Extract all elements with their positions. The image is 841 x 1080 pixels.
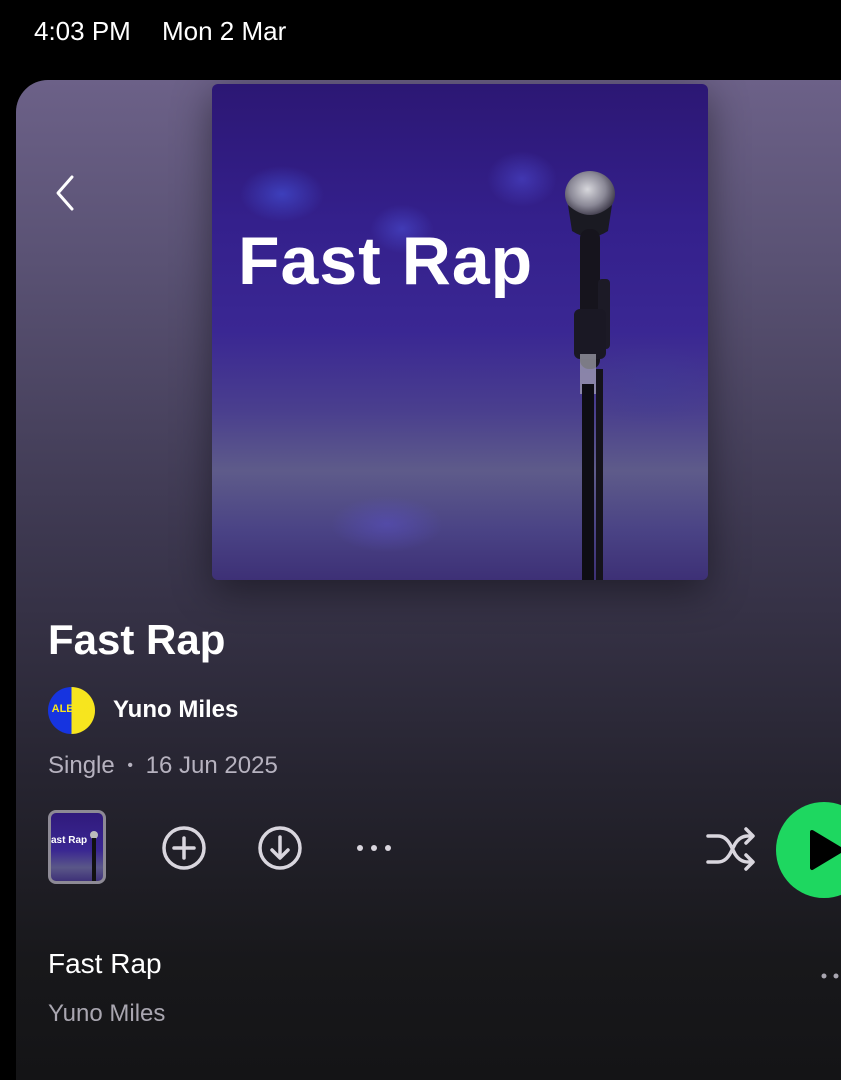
track-title: Fast Rap: [48, 616, 226, 663]
add-circle-icon: [162, 826, 206, 870]
mini-microphone-icon: [90, 831, 98, 881]
shuffle-icon: [706, 827, 755, 871]
track-row-artist: Yuno Miles: [48, 1000, 166, 1027]
meta-separator: •: [127, 757, 133, 774]
release-date: 16 Jun 2025: [145, 752, 278, 779]
album-cover: Fast Rap: [212, 84, 708, 580]
track-row[interactable]: Fast Rap Yuno Miles: [48, 948, 841, 1048]
track-row-title: Fast Rap: [48, 948, 162, 979]
chevron-left-icon: [56, 175, 74, 211]
release-meta: Single • 16 Jun 2025: [48, 752, 278, 780]
download-button[interactable]: [256, 824, 304, 872]
shuffle-button[interactable]: [704, 824, 755, 872]
play-icon: [810, 830, 841, 870]
microphone-icon: [565, 171, 615, 580]
status-time: 4:03 PM: [34, 16, 131, 46]
artist-avatar: ALBUM: [48, 686, 95, 734]
artist-name: Yuno Miles: [113, 696, 239, 723]
status-bar: 4:03 PM Mon 2 Mar: [0, 0, 841, 70]
back-button[interactable]: [44, 168, 84, 218]
artist-link[interactable]: ALBUM Yuno Miles: [48, 686, 238, 734]
more-options-button[interactable]: [354, 824, 398, 872]
release-type: Single: [48, 752, 115, 779]
mini-cover-title: ast Rap: [51, 835, 88, 846]
play-button[interactable]: [776, 802, 841, 898]
action-bar: ast Rap: [48, 802, 841, 898]
album-sheet: Fast Rap Fast Rap ALBUM Yuno Miles Singl…: [16, 80, 841, 1080]
cover-title: Fast Rap: [238, 223, 534, 299]
artist-avatar-text: ALBUM: [51, 702, 92, 715]
mini-cover-button[interactable]: ast Rap: [48, 810, 106, 884]
track-row-more-icon[interactable]: [818, 966, 841, 986]
more-horizontal-icon: [357, 845, 391, 851]
status-date: Mon 2 Mar: [162, 16, 287, 46]
download-circle-icon: [258, 826, 302, 870]
add-button[interactable]: [160, 824, 208, 872]
